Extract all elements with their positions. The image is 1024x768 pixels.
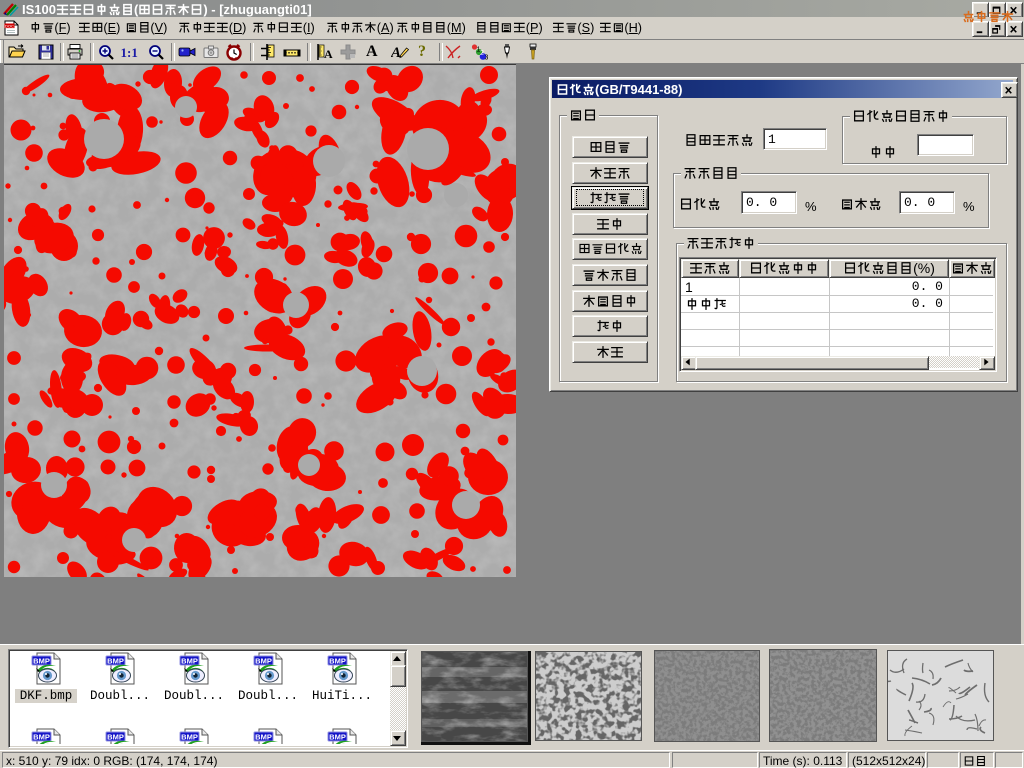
svg-text:BMP: BMP bbox=[329, 656, 346, 665]
svg-text:BMP: BMP bbox=[255, 732, 272, 741]
svg-text:3: 3 bbox=[485, 55, 489, 62]
svg-text:A: A bbox=[324, 47, 333, 61]
svg-text:BMP: BMP bbox=[181, 656, 198, 665]
svg-text:A: A bbox=[391, 45, 401, 61]
svg-text:BMP: BMP bbox=[255, 656, 272, 665]
svg-text:DOC: DOC bbox=[5, 23, 14, 28]
svg-text:BMP: BMP bbox=[107, 732, 124, 741]
svg-text:BMP: BMP bbox=[329, 732, 346, 741]
svg-text:BMP: BMP bbox=[181, 732, 198, 741]
svg-text:BMP: BMP bbox=[33, 656, 50, 665]
svg-text:BMP: BMP bbox=[107, 656, 124, 665]
svg-text:BMP: BMP bbox=[33, 732, 50, 741]
svg-text:2: 2 bbox=[480, 50, 484, 57]
